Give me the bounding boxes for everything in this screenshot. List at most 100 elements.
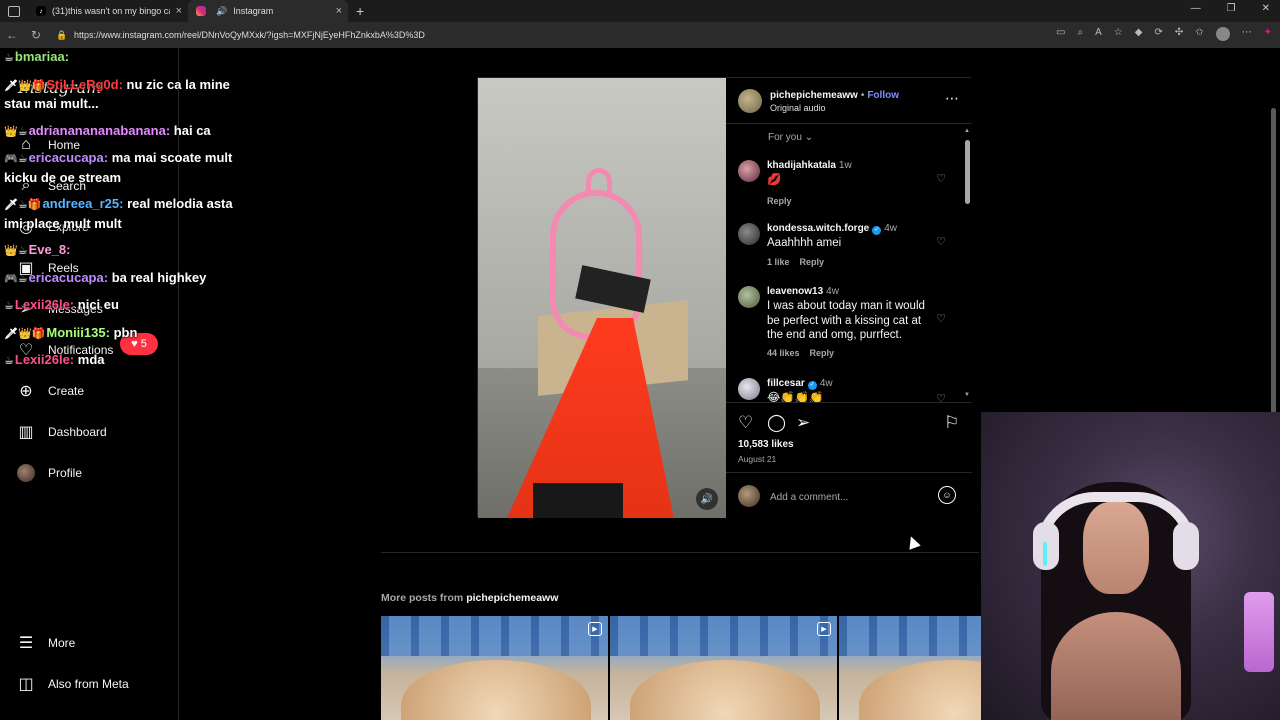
like-comment-icon[interactable]: ♡ [936, 312, 946, 325]
author-username[interactable]: pichepichemeaww [770, 90, 858, 101]
more-posts-author[interactable]: pichepichemeaww [466, 592, 558, 604]
emoji-icon[interactable]: ☺ [938, 486, 956, 504]
menu-icon: ☰ [18, 635, 34, 652]
scroll-down-icon[interactable]: ▼ [964, 392, 970, 398]
post-thumbnail[interactable]: ▶ [381, 616, 608, 720]
post-thumbnail[interactable]: ▶ [610, 616, 837, 720]
chat-message: 🎮☕ericacucapa: ba real highkey [4, 269, 244, 289]
like-comment-icon[interactable]: ♡ [936, 172, 946, 185]
webcam-overlay [981, 412, 1280, 720]
url-text: https://www.instagram.com/reel/DNnVoQyMX… [74, 30, 425, 40]
split-screen-icon[interactable]: ▭ [1056, 27, 1065, 41]
restore-icon[interactable]: ❐ [1227, 3, 1236, 14]
share-icon[interactable]: ➢ [796, 413, 810, 433]
new-tab-button[interactable]: + [356, 3, 364, 19]
tab-tiktok[interactable]: ♪ (31)this wasn't on my bingo card × [28, 0, 188, 22]
comment-input[interactable] [770, 489, 920, 505]
tab-instagram[interactable]: 🔊 Instagram × [188, 0, 348, 22]
author-avatar[interactable] [738, 89, 762, 113]
comment-icon[interactable]: ◯ [767, 413, 786, 433]
comment-time: 4w [819, 378, 833, 389]
reel-video[interactable]: 🔊 [478, 78, 726, 518]
profile-avatar[interactable] [1215, 27, 1230, 41]
chat-badges: 🗡👑🎁 [4, 79, 46, 92]
reply-button[interactable]: Reply [800, 257, 825, 267]
sidebar-item-profile[interactable]: Profile [16, 462, 82, 484]
browser-tab-bar: ♪ (31)this wasn't on my bingo card × 🔊 I… [0, 0, 1280, 22]
chat-username: ericacucapa: [28, 150, 109, 165]
extensions-icon[interactable]: ✣ [1175, 27, 1183, 41]
back-icon[interactable]: ← [0, 28, 24, 42]
chat-message: 🗡👑🎁Moniii135: pbn [4, 324, 244, 344]
post-thumbnail[interactable] [839, 616, 981, 720]
comments-scrollbar[interactable]: ▲ ▼ [964, 128, 970, 398]
more-icon[interactable]: ⋯ [1242, 27, 1252, 41]
like-comment-icon[interactable]: ♡ [936, 235, 946, 248]
window-controls: — ❐ ✕ [1191, 3, 1270, 14]
close-icon[interactable]: × [336, 5, 342, 17]
video-frame [550, 190, 642, 340]
chat-badges: 🗡👑🎁 [4, 327, 46, 340]
chat-message: ☕bmariaa: [4, 48, 244, 68]
commenter-avatar[interactable] [738, 378, 760, 400]
read-aloud-icon[interactable]: A [1095, 27, 1102, 41]
like-icon[interactable]: ♡ [738, 413, 753, 433]
avatar [738, 485, 760, 507]
tab-actions-icon[interactable] [8, 5, 20, 17]
favorites-icon[interactable]: ✩ [1195, 27, 1203, 41]
sidebar-item-meta[interactable]: ◫ Also from Meta [16, 673, 128, 695]
sidebar-item-more[interactable]: ☰ More [16, 632, 76, 654]
likes-count[interactable]: 10,583 likes [738, 439, 794, 450]
comment: khadijahkatala 1w 💋 Reply ♡ [738, 160, 960, 210]
copilot-icon[interactable]: ✦ [1264, 27, 1272, 41]
more-posts-grid: ▶ ▶ [381, 616, 981, 720]
reply-button[interactable]: Reply [810, 348, 835, 358]
close-icon[interactable]: × [176, 5, 182, 17]
chat-username: Eve_8: [28, 242, 71, 257]
toolbar-icons: ▭ ⌕ A ☆ ◆ ⟳ ✣ ✩ ⋯ ✦ [1056, 27, 1272, 41]
follow-button[interactable]: Follow [867, 90, 899, 101]
close-window-icon[interactable]: ✕ [1262, 3, 1270, 14]
like-comment-icon[interactable]: ♡ [936, 392, 946, 402]
commenter-avatar[interactable] [738, 160, 760, 182]
webcam-image [1244, 592, 1274, 672]
extension-icon[interactable]: ◆ [1135, 27, 1143, 41]
chat-badges: ☕ [4, 300, 14, 312]
chat-badges: 👑☕ [4, 245, 28, 257]
commenter-avatar[interactable] [738, 223, 760, 245]
meta-icon: ◫ [18, 676, 34, 693]
sidebar-item-create[interactable]: ⊕ Create [16, 380, 84, 402]
comment-time: 1w [838, 160, 852, 171]
chat-username: Moniii135: [46, 324, 110, 340]
comment-likes[interactable]: 1 like [767, 257, 790, 267]
comment-sort-dropdown[interactable]: For you ⌄ [768, 132, 813, 143]
audio-link[interactable]: Original audio [770, 103, 826, 113]
site-info-icon[interactable]: 🔒 [56, 30, 67, 40]
zoom-icon[interactable]: ⌕ [1077, 27, 1083, 41]
page-scrollbar[interactable] [1271, 108, 1276, 448]
more-options-icon[interactable]: ⋯ [945, 90, 960, 107]
reply-button[interactable]: Reply [767, 196, 792, 206]
comment-header: kondessa.witch.forge ✓ 4w [767, 223, 897, 235]
commenter-username[interactable]: khadijahkatala [767, 160, 836, 171]
scroll-thumb[interactable] [965, 140, 970, 204]
speaker-icon[interactable]: 🔊 [216, 6, 227, 17]
url-field[interactable]: 🔒 https://www.instagram.com/reel/DNnVoQy… [56, 26, 1096, 44]
comment-likes[interactable]: 44 likes [767, 348, 800, 358]
extension-icon[interactable]: ⟳ [1154, 27, 1162, 41]
commenter-username[interactable]: fillcesar [767, 378, 805, 389]
bookmark-icon[interactable]: ⚐ [944, 413, 959, 433]
commenter-avatar[interactable] [738, 286, 760, 308]
post-date: August 21 [738, 454, 777, 464]
sidebar-item-dashboard[interactable]: ▥ Dashboard [16, 421, 107, 443]
post-actions: ♡ ◯ ➢ ⚐ 10,583 likes August 21 [726, 402, 972, 472]
minimize-icon[interactable]: — [1191, 3, 1201, 14]
refresh-icon[interactable]: ↻ [24, 28, 48, 42]
commenter-username[interactable]: kondessa.witch.forge [767, 223, 869, 234]
scroll-up-icon[interactable]: ▲ [964, 128, 970, 134]
commenter-username[interactable]: leavenow13 [767, 286, 823, 297]
favorite-icon[interactable]: ☆ [1114, 27, 1123, 41]
chat-message: 👑☕adriananananabanana: hai ca [4, 122, 244, 142]
sidebar-item-label: Dashboard [48, 425, 107, 439]
volume-icon[interactable]: 🔊 [696, 488, 718, 510]
